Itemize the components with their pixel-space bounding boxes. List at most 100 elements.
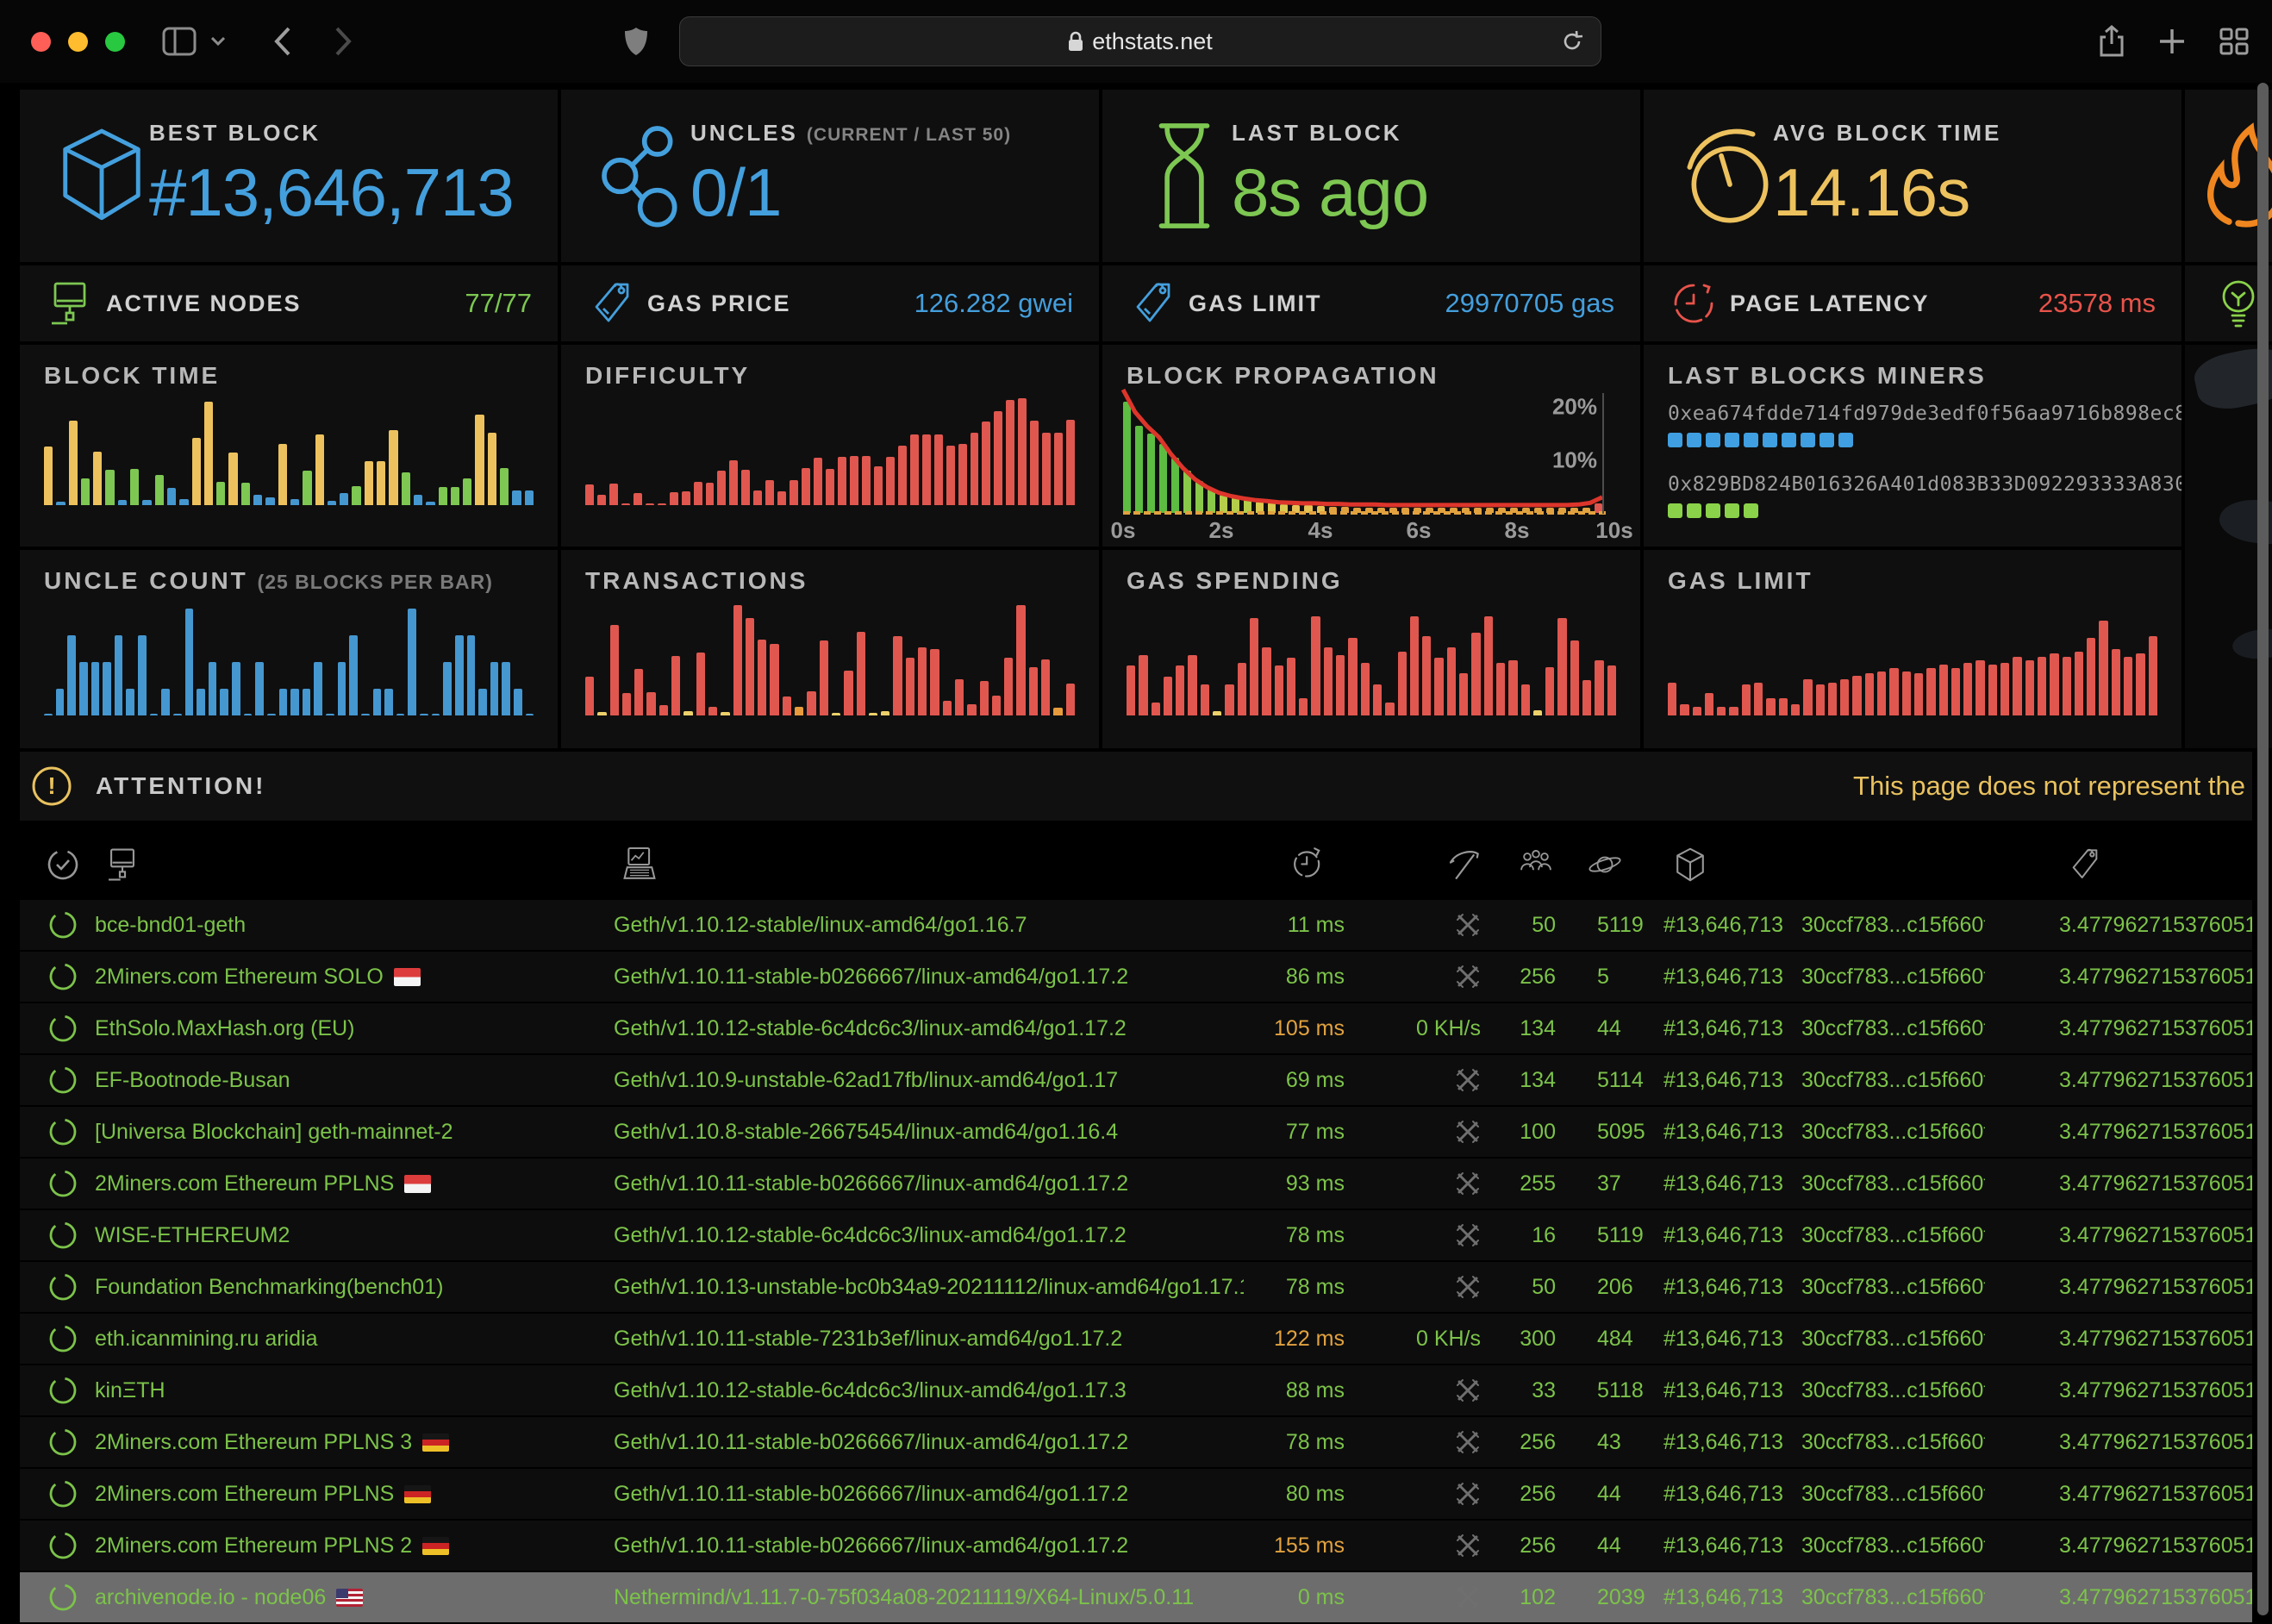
last-block-number[interactable]: #13,646,713 — [1644, 1275, 1782, 1300]
table-row[interactable]: kinΞTHGeth/v1.10.12-stable-6c4dc6c3/linu… — [20, 1365, 2252, 1417]
last-block-number[interactable]: #13,646,713 — [1644, 1327, 1782, 1352]
total-difficulty: 3.477962715376051e+2 — [1985, 1068, 2252, 1093]
block-hash[interactable]: 30ccf783...c15f660f — [1782, 1585, 1985, 1610]
node-name[interactable]: EF-Bootnode-Busan — [80, 1068, 563, 1093]
node-name[interactable]: EthSolo.MaxHash.org (EU) — [80, 1016, 563, 1041]
table-row[interactable]: 2Miners.com Ethereum PPLNS 3Geth/v1.10.1… — [20, 1417, 2252, 1469]
last-block-number[interactable]: #13,646,713 — [1644, 1016, 1782, 1041]
bar — [467, 635, 476, 715]
table-row[interactable]: eth.icanmining.ru aridiaGeth/v1.10.11-st… — [20, 1314, 2252, 1365]
mini-label: ACTIVE NODES — [106, 290, 302, 317]
block-hash[interactable]: 30ccf783...c15f660f — [1782, 965, 1985, 990]
bar — [1865, 673, 1874, 715]
node-name[interactable]: 2Miners.com Ethereum PPLNS 2 — [80, 1533, 563, 1558]
bar — [1373, 684, 1382, 715]
node-name[interactable]: archivenode.io - node06 — [80, 1585, 563, 1610]
stat-label: AVG BLOCK TIME — [1773, 120, 2001, 147]
table-row[interactable]: EthSolo.MaxHash.org (EU)Geth/v1.10.12-st… — [20, 1003, 2252, 1055]
back-icon[interactable] — [260, 19, 305, 64]
block-hash[interactable]: 30ccf783...c15f660f — [1782, 913, 1985, 938]
bar — [1705, 693, 1713, 715]
bar — [91, 662, 100, 715]
table-row[interactable]: 2Miners.com Ethereum PPLNSGeth/v1.10.11-… — [20, 1159, 2252, 1210]
table-row[interactable]: bce-bnd01-gethGeth/v1.10.12-stable/linux… — [20, 900, 2252, 952]
table-row[interactable]: 2Miners.com Ethereum PPLNSGeth/v1.10.11-… — [20, 1469, 2252, 1521]
bar — [69, 421, 78, 505]
bar — [1496, 663, 1505, 715]
table-row[interactable]: 2Miners.com Ethereum SOLOGeth/v1.10.11-s… — [20, 952, 2252, 1003]
node-name[interactable]: WISE-ETHEREUM2 — [80, 1223, 563, 1248]
share-icon[interactable] — [2089, 19, 2134, 64]
block-hash[interactable]: 30ccf783...c15f660f — [1782, 1378, 1985, 1403]
url-field[interactable]: ethstats.net — [679, 16, 1601, 66]
last-block-number[interactable]: #13,646,713 — [1644, 1430, 1782, 1455]
block-hash[interactable]: 30ccf783...c15f660f — [1782, 1482, 1985, 1507]
shield-icon[interactable] — [614, 19, 659, 64]
bar — [1459, 673, 1468, 715]
hourglass-icon — [1137, 122, 1232, 230]
close-icon[interactable] — [31, 32, 51, 52]
last-block-number[interactable]: #13,646,713 — [1644, 1068, 1782, 1093]
new-tab-icon[interactable] — [2150, 19, 2194, 64]
block-hash[interactable]: 30ccf783...c15f660f — [1782, 1430, 1985, 1455]
node-name[interactable]: 2Miners.com Ethereum PPLNS 3 — [80, 1430, 563, 1455]
forward-icon[interactable] — [321, 19, 365, 64]
bar — [646, 692, 655, 715]
last-block-number[interactable]: #13,646,713 — [1644, 1585, 1782, 1610]
table-row[interactable]: archivenode.io - node06Nethermind/v1.11.… — [20, 1572, 2252, 1624]
table-row[interactable]: [Universa Blockchain] geth-mainnet-2Geth… — [20, 1107, 2252, 1159]
bar — [2136, 653, 2144, 715]
node-name[interactable]: 2Miners.com Ethereum PPLNS — [80, 1171, 563, 1196]
miner-address[interactable]: 0xea674fdde714fd979de3edf0f56aa9716b898e… — [1668, 403, 2181, 425]
y-tick-label: 20% — [1528, 394, 1597, 421]
scrollbar-thumb[interactable] — [2257, 83, 2269, 1615]
block-hash[interactable]: 30ccf783...c15f660f — [1782, 1016, 1985, 1041]
table-row[interactable]: WISE-ETHEREUM2Geth/v1.10.12-stable-6c4dc… — [20, 1210, 2252, 1262]
tabs-overview-icon[interactable] — [2212, 19, 2256, 64]
peers-count: 256 — [1502, 1482, 1580, 1507]
chevron-down-icon[interactable] — [205, 19, 231, 64]
node-name[interactable]: 2Miners.com Ethereum PPLNS — [80, 1482, 563, 1507]
node-status-ring-icon — [46, 1324, 80, 1353]
bar — [352, 486, 360, 505]
block-hash[interactable]: 30ccf783...c15f660f — [1782, 1223, 1985, 1248]
node-name[interactable]: kinΞTH — [80, 1378, 563, 1403]
node-name[interactable]: [Universa Blockchain] geth-mainnet-2 — [80, 1120, 563, 1145]
miner-entry[interactable]: 0xea674fdde714fd979de3edf0f56aa9716b898e… — [1668, 400, 2164, 447]
reload-icon[interactable] — [1561, 30, 1583, 53]
node-name[interactable]: 2Miners.com Ethereum SOLO — [80, 965, 563, 990]
bar — [753, 490, 762, 505]
bar — [79, 662, 88, 715]
last-block-number[interactable]: #13,646,713 — [1644, 1120, 1782, 1145]
block-hash[interactable]: 30ccf783...c15f660f — [1782, 1275, 1985, 1300]
last-block-number[interactable]: #13,646,713 — [1644, 913, 1782, 938]
minimize-icon[interactable] — [68, 32, 88, 52]
block-hash[interactable]: 30ccf783...c15f660f — [1782, 1068, 1985, 1093]
block-hash[interactable]: 30ccf783...c15f660f — [1782, 1327, 1985, 1352]
flag-de-icon — [404, 1485, 431, 1503]
stat-value: 0/1 — [690, 153, 1011, 232]
block-hash[interactable]: 30ccf783...c15f660f — [1782, 1171, 1985, 1196]
table-row[interactable]: Foundation Benchmarking(bench01)Geth/v1.… — [20, 1262, 2252, 1314]
last-block-number[interactable]: #13,646,713 — [1644, 965, 1782, 990]
miner-entry[interactable]: 0x829BD824B016326A401d083B33D092293333A8… — [1668, 471, 2164, 518]
miner-address[interactable]: 0x829BD824B016326A401d083B33D092293333A8… — [1668, 473, 2181, 496]
last-block-number[interactable]: #13,646,713 — [1644, 1482, 1782, 1507]
node-name[interactable]: bce-bnd01-geth — [80, 913, 563, 938]
peers-count: 134 — [1502, 1068, 1580, 1093]
block-hash[interactable]: 30ccf783...c15f660f — [1782, 1533, 1985, 1558]
node-name[interactable]: Foundation Benchmarking(bench01) — [80, 1275, 563, 1300]
sidebar-icon[interactable] — [157, 19, 202, 64]
node-name[interactable]: eth.icanmining.ru aridia — [80, 1327, 563, 1352]
zoom-icon[interactable] — [105, 32, 125, 52]
block-hash[interactable]: 30ccf783...c15f660f — [1782, 1120, 1985, 1145]
last-block-number[interactable]: #13,646,713 — [1644, 1171, 1782, 1196]
bar — [922, 434, 931, 505]
last-block-number[interactable]: #13,646,713 — [1644, 1378, 1782, 1403]
table-row[interactable]: EF-Bootnode-BusanGeth/v1.10.9-unstable-6… — [20, 1055, 2252, 1107]
bar — [1054, 433, 1063, 505]
last-block-number[interactable]: #13,646,713 — [1644, 1223, 1782, 1248]
table-row[interactable]: 2Miners.com Ethereum PPLNS 2Geth/v1.10.1… — [20, 1521, 2252, 1572]
last-block-number[interactable]: #13,646,713 — [1644, 1533, 1782, 1558]
bar — [1238, 663, 1246, 715]
